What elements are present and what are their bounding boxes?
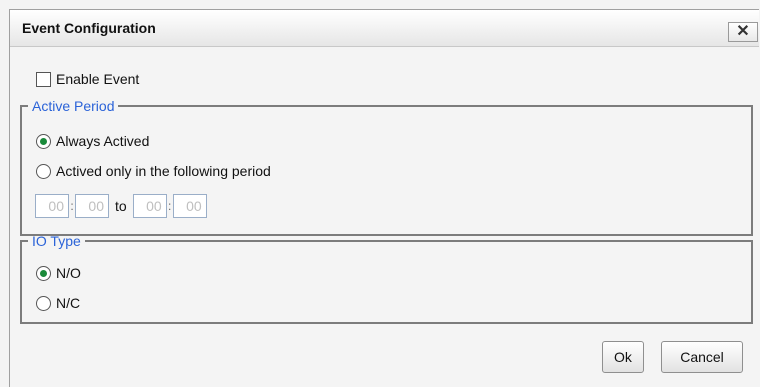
radio-button-selected[interactable] <box>36 265 51 281</box>
close-icon: ✕ <box>736 23 750 40</box>
end-hour-input[interactable]: 00 <box>132 194 167 218</box>
io-type-group: IO Type <box>20 233 753 324</box>
radio-actived-period[interactable]: Actived only in the following period <box>36 163 271 179</box>
enable-event-checkbox[interactable] <box>36 71 51 87</box>
radio-label: Actived only in the following period <box>56 163 271 179</box>
start-minute-input[interactable]: 00 <box>75 194 109 218</box>
enable-event-row[interactable]: Enable Event <box>36 71 139 87</box>
enable-event-label: Enable Event <box>56 71 140 87</box>
radio-always-actived[interactable]: Always Actived <box>36 133 149 149</box>
close-button[interactable]: ✕ <box>728 22 758 42</box>
radio-button[interactable] <box>36 163 51 179</box>
radio-label: Always Actived <box>56 133 150 149</box>
radio-button[interactable] <box>36 295 51 311</box>
ok-button[interactable]: Ok <box>602 341 644 373</box>
radio-label: N/O <box>56 265 81 281</box>
start-hour-input[interactable]: 00 <box>35 194 69 218</box>
radio-button-selected[interactable] <box>36 133 51 149</box>
dialog-title: Event Configuration <box>22 20 156 36</box>
active-period-legend: Active Period <box>32 98 115 114</box>
to-label: to <box>115 198 127 214</box>
cancel-button[interactable]: Cancel <box>661 341 743 373</box>
dialog-titlebar: Event Configuration ✕ <box>10 10 759 47</box>
radio-nc[interactable]: N/C <box>36 295 80 311</box>
radio-label: N/C <box>56 295 81 311</box>
end-minute-input[interactable]: 00 <box>172 194 207 218</box>
time-range-row: 00 : 00 to 00 : 00 <box>35 194 207 218</box>
io-type-legend: IO Type <box>32 233 81 249</box>
event-configuration-dialog: Event Configuration ✕ Enable Event Activ… <box>9 9 759 387</box>
radio-no[interactable]: N/O <box>36 265 81 281</box>
